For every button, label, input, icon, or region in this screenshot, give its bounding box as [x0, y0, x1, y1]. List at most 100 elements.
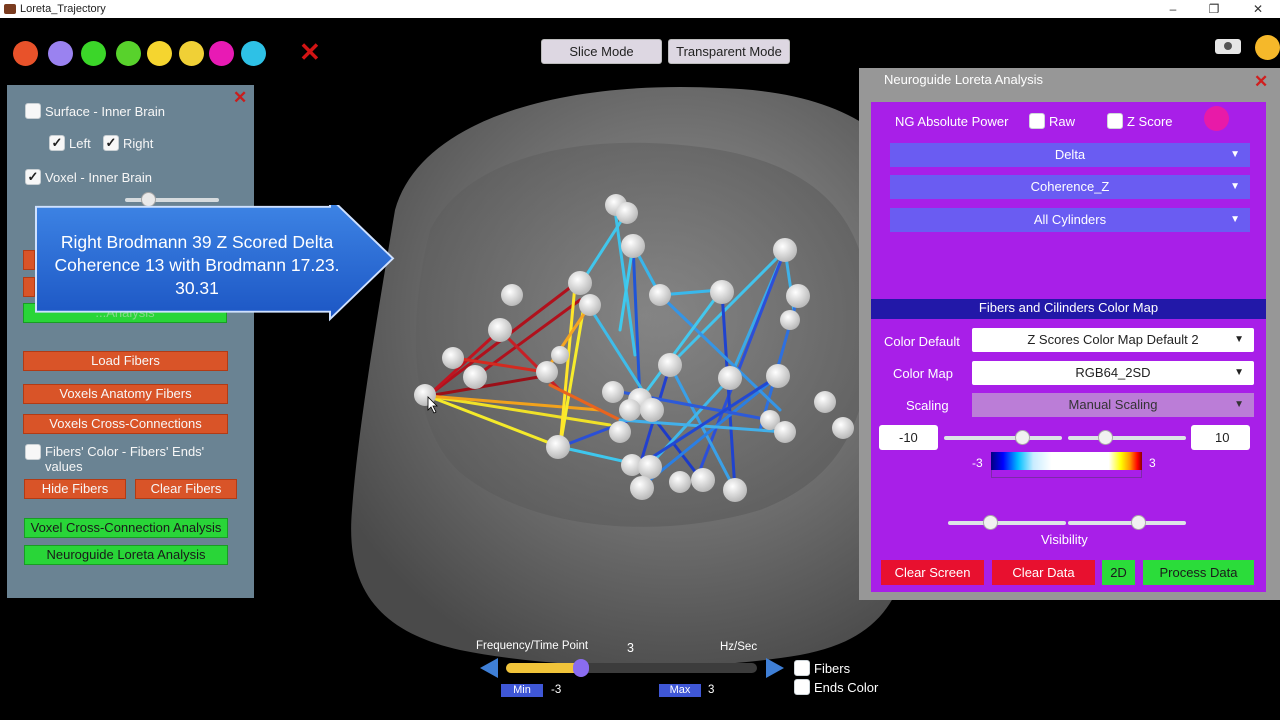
voxels-anatomy-fibers-button[interactable]: Voxels Anatomy Fibers [23, 384, 228, 404]
clear-fibers-button[interactable]: Clear Fibers [135, 479, 237, 499]
load-fibers-button[interactable]: Load Fibers [23, 351, 228, 371]
transparent-mode-button[interactable]: Transparent Mode [668, 39, 790, 64]
right-checkbox[interactable]: ✓ [103, 135, 119, 151]
frequency-value: 3 [627, 641, 634, 655]
surface-label: Surface - Inner Brain [45, 104, 165, 119]
fibers-label: Fibers [814, 661, 851, 676]
settings-dot-icon[interactable] [1255, 35, 1280, 60]
fibers-color-label: Fibers' Color - Fibers' Ends' values [45, 444, 205, 474]
visibility-slider-left-handle[interactable] [983, 515, 998, 530]
cylinders-select[interactable]: All Cylinders ▼ [890, 208, 1250, 232]
clear-screen-button[interactable]: Clear Screen [881, 560, 984, 585]
left-label: Left [69, 136, 91, 151]
color-map-value: RGB64_2SD [1075, 365, 1151, 380]
app-icon [4, 4, 16, 14]
swatch-green[interactable] [81, 41, 106, 66]
zscore-checkbox[interactable] [1107, 113, 1123, 129]
voxel-label: Voxel - Inner Brain [45, 170, 152, 185]
loreta-settings-area: NG Absolute Power Raw Z Score Delta ▼ Coh… [871, 102, 1266, 592]
left-checkbox[interactable]: ✓ [49, 135, 65, 151]
close-window-button[interactable]: ✕ [1250, 1, 1266, 17]
zscore-label: Z Score [1127, 114, 1173, 129]
left-control-panel: ✕ Surface - Inner Brain ✓ Left ✓ Right ✓… [7, 85, 254, 598]
scaling-label: Scaling [906, 398, 949, 413]
scaling-value: Manual Scaling [1068, 397, 1158, 412]
surface-checkbox[interactable] [25, 103, 41, 119]
window-title: Loreta_Trajectory [20, 3, 106, 15]
minimize-button[interactable]: – [1165, 1, 1181, 17]
swatch-cyan[interactable] [241, 41, 266, 66]
frequency-prev-arrow-icon[interactable] [480, 658, 498, 678]
measure-select[interactable]: Coherence_Z ▼ [890, 175, 1250, 199]
max-scale-input[interactable]: 10 [1191, 425, 1250, 450]
frequency-next-arrow-icon[interactable] [766, 658, 784, 678]
right-label: Right [123, 136, 154, 151]
ends-color-label: Ends Color [814, 680, 879, 695]
band-select[interactable]: Delta ▼ [890, 143, 1250, 167]
colorbar-min-label: -3 [972, 456, 983, 470]
frequency-slider-fill [506, 663, 583, 673]
max-badge[interactable]: Max [659, 684, 701, 697]
voxel-cross-connection-analysis-button[interactable]: Voxel Cross-Connection Analysis [24, 518, 228, 538]
window-titlebar: Loreta_Trajectory – ❐ ✕ [0, 0, 1280, 18]
min-scale-input[interactable]: -10 [879, 425, 938, 450]
chevron-down-icon: ▼ [1230, 214, 1240, 225]
band-select-value: Delta [1054, 147, 1086, 162]
cylinders-select-value: All Cylinders [1033, 212, 1107, 227]
scaling-select[interactable]: Manual Scaling ▼ [972, 393, 1254, 417]
chevron-down-icon: ▼ [1234, 399, 1244, 410]
raw-checkbox[interactable] [1029, 113, 1045, 129]
swatch-gold[interactable] [179, 41, 204, 66]
frequency-slider-handle[interactable] [573, 659, 589, 677]
neuroguide-loreta-analysis-button[interactable]: Neuroguide Loreta Analysis [24, 545, 228, 565]
slice-mode-button[interactable]: Slice Mode [541, 39, 662, 64]
annotation-callout: Right Brodmann 39 Z Scored Delta Coheren… [35, 195, 395, 325]
clear-data-button[interactable]: Clear Data [992, 560, 1095, 585]
color-default-select[interactable]: Z Scores Color Map Default 2 ▼ [972, 328, 1254, 352]
swatch-yellow[interactable] [147, 41, 172, 66]
bottom-strip [0, 702, 1280, 720]
chevron-down-icon: ▼ [1230, 149, 1240, 160]
process-data-button[interactable]: Process Data [1143, 560, 1254, 585]
min-badge[interactable]: Min [501, 684, 543, 697]
visibility-slider-left-track[interactable] [948, 521, 1066, 525]
toggle-2d-button[interactable]: 2D [1102, 560, 1135, 585]
restore-button[interactable]: ❐ [1206, 1, 1222, 17]
hide-fibers-button[interactable]: Hide Fibers [24, 479, 126, 499]
hidden-orange-button-2[interactable] [23, 277, 35, 297]
ends-color-checkbox[interactable] [794, 679, 810, 695]
fibers-checkbox[interactable] [794, 660, 810, 676]
colorbar [991, 452, 1142, 470]
swatch-lime[interactable] [116, 41, 141, 66]
visibility-slider-right-handle[interactable] [1131, 515, 1146, 530]
color-map-select[interactable]: RGB64_2SD ▼ [972, 361, 1254, 385]
neuroguide-loreta-panel: Neuroguide Loreta Analysis ✕ NG Absolute… [859, 68, 1280, 600]
chevron-down-icon: ▼ [1230, 181, 1240, 192]
clear-swatch-x-icon[interactable]: ✕ [299, 38, 321, 66]
hidden-orange-button-1[interactable] [23, 250, 35, 270]
voxels-cross-connections-button[interactable]: Voxels Cross-Connections [23, 414, 228, 434]
voxel-checkbox[interactable]: ✓ [25, 169, 41, 185]
left-panel-close-icon[interactable]: ✕ [233, 89, 247, 106]
swatch-orange[interactable] [13, 41, 38, 66]
swatch-magenta[interactable] [209, 41, 234, 66]
right-panel-close-icon[interactable]: ✕ [1254, 73, 1268, 90]
callout-text: Right Brodmann 39 Z Scored Delta Coheren… [54, 232, 340, 298]
chevron-down-icon: ▼ [1234, 367, 1244, 378]
chevron-down-icon: ▼ [1234, 334, 1244, 345]
max-scale-slider-handle[interactable] [1098, 430, 1113, 445]
min-scale-slider-track[interactable] [944, 436, 1062, 440]
visibility-label: Visibility [1041, 532, 1088, 547]
color-map-section-title: Fibers and Cilinders Color Map [871, 299, 1266, 319]
camera-icon[interactable] [1215, 39, 1241, 54]
visibility-slider-right-track[interactable] [1068, 521, 1186, 525]
min-scale-slider-handle[interactable] [1015, 430, 1030, 445]
frequency-unit-label: Hz/Sec [720, 641, 758, 653]
frequency-label: Frequency/Time Point [476, 640, 589, 652]
fibers-color-checkbox[interactable] [25, 444, 41, 460]
voxel-opacity-slider-track[interactable] [125, 198, 219, 202]
swatch-lavender[interactable] [48, 41, 73, 66]
max-scale-slider-track[interactable] [1068, 436, 1186, 440]
color-default-value: Z Scores Color Map Default 2 [1027, 332, 1199, 347]
magenta-color-dot-icon[interactable] [1204, 106, 1229, 131]
